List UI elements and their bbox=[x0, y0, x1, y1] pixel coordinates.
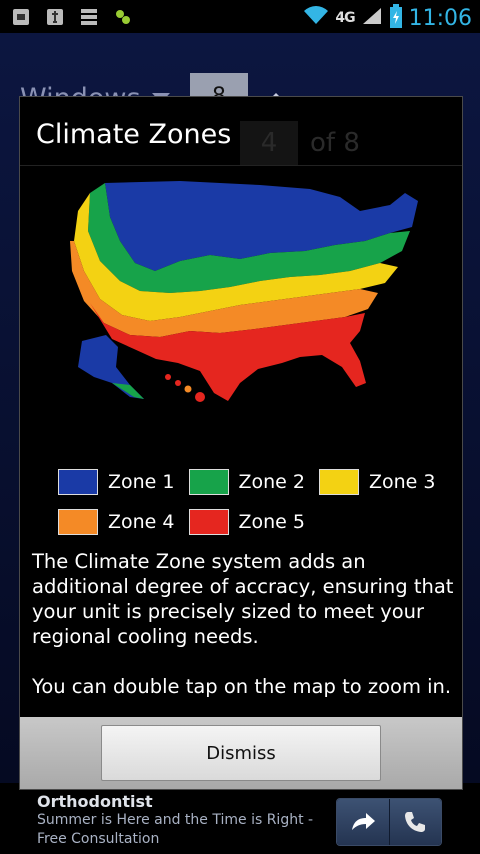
battery-icon bbox=[389, 4, 403, 32]
legend-zone-3: Zone 3 bbox=[319, 469, 436, 495]
forward-arrow-icon bbox=[351, 813, 375, 830]
legend-label: Zone 3 bbox=[369, 471, 436, 493]
notification-icons bbox=[10, 6, 134, 28]
legend-zone-2: Zone 2 bbox=[188, 469, 306, 495]
network-type: 4G bbox=[335, 10, 355, 26]
dialog-title: Climate Zones bbox=[36, 119, 232, 150]
ad-banner[interactable]: Orthodontist Summer is Here and the Time… bbox=[0, 790, 480, 854]
dismiss-button[interactable]: Dismiss bbox=[101, 725, 381, 781]
dialog-footer: Dismiss bbox=[20, 717, 462, 789]
zone-5-swatch bbox=[188, 509, 229, 535]
stepper-value: 4 bbox=[240, 121, 298, 165]
wifi-icon bbox=[303, 6, 329, 30]
share-button[interactable] bbox=[337, 799, 389, 845]
status-bar: 4G 11:06 bbox=[0, 0, 480, 33]
system-status: 4G 11:06 bbox=[303, 4, 472, 32]
legend-zone-5: Zone 5 bbox=[188, 509, 306, 535]
ad-title[interactable]: Orthodontist bbox=[37, 792, 153, 811]
legend-row: Zone 4 Zone 5 bbox=[58, 509, 458, 535]
apps-icon bbox=[112, 6, 134, 28]
alaska-south bbox=[112, 383, 144, 399]
phone-icon bbox=[405, 812, 426, 832]
legend-row: Zone 1 Zone 2 Zone 3 bbox=[58, 469, 458, 495]
usb-icon bbox=[44, 6, 66, 28]
body-paragraph-2: You can double tap on the map to zoom in… bbox=[32, 675, 452, 698]
clock: 11:06 bbox=[408, 5, 472, 31]
legend-label: Zone 1 bbox=[108, 471, 175, 493]
legend-zone-4: Zone 4 bbox=[58, 509, 175, 535]
legend-label: Zone 2 bbox=[238, 471, 306, 493]
zone-legend: Zone 1 Zone 2 Zone 3 Zone 4 Zone 5 bbox=[58, 469, 458, 549]
call-button[interactable] bbox=[388, 799, 441, 845]
background-stepper: 4 of 8 bbox=[240, 121, 360, 165]
zone-3-swatch bbox=[319, 469, 359, 495]
dialog-body: The Climate Zone system adds an addition… bbox=[32, 549, 460, 724]
climate-zones-dialog: Climate Zones 4 of 8 Zone 1 Zone 2 Zone … bbox=[19, 96, 463, 790]
zone-2-swatch bbox=[188, 469, 229, 495]
ad-actions bbox=[336, 798, 442, 846]
hawaii-region bbox=[165, 374, 205, 402]
body-paragraph-1: The Climate Zone system adds an addition… bbox=[32, 550, 454, 648]
ad-text[interactable]: Summer is Here and the Time is Right - F… bbox=[37, 811, 317, 849]
title-divider bbox=[20, 165, 462, 166]
zone-4-swatch bbox=[58, 509, 98, 535]
package-icon bbox=[10, 6, 32, 28]
legend-label: Zone 4 bbox=[108, 511, 175, 533]
stepper-of: of 8 bbox=[310, 128, 360, 158]
legend-label: Zone 5 bbox=[238, 511, 306, 533]
climate-zones-map[interactable] bbox=[60, 171, 430, 411]
zone-1-swatch bbox=[58, 469, 98, 495]
list-icon bbox=[78, 6, 100, 28]
legend-zone-1: Zone 1 bbox=[58, 469, 175, 495]
signal-icon bbox=[361, 6, 383, 30]
